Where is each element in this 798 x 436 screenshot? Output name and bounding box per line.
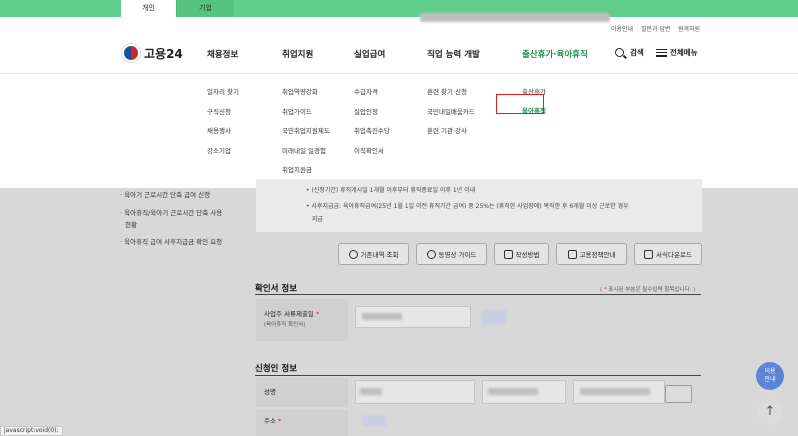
confirm-info-title: 확인서 정보 <box>255 284 298 294</box>
submenu-capability[interactable]: 취업역량강화 <box>282 86 318 96</box>
gnb-unemployment-benefit[interactable]: 실업급여 <box>354 48 385 60</box>
header-divider <box>0 73 798 74</box>
submenu-job-application[interactable]: 구직신청 <box>207 106 231 116</box>
all-menu-button[interactable]: 전체메뉴 <box>656 47 698 58</box>
required-star: * <box>603 287 607 293</box>
submenu-eligibility[interactable]: 수급자격 <box>354 86 378 96</box>
required-note-text: 표시된 부분은 필수입력 항목입니다. <box>608 287 692 293</box>
notice-line-3: 지급 <box>312 216 324 223</box>
confirm-section-rule <box>255 294 701 295</box>
browser-status-bar: javascript:void(0); <box>0 426 63 436</box>
submission-date-sublabel: (육아휴직 확인서) <box>264 322 306 328</box>
submenu-recruit-event[interactable]: 채용행사 <box>207 125 231 135</box>
search-button[interactable]: 검색 <box>615 47 644 58</box>
search-label: 검색 <box>630 48 644 57</box>
address-label-text: 주소 <box>264 417 276 425</box>
leftnav-leave-usage-status[interactable]: · 육아휴직/육아기 근로시간 단축 사용 <box>120 207 222 217</box>
document-icon <box>503 249 513 259</box>
history-icon <box>348 249 358 259</box>
submenu-separation-certificate[interactable]: 이직확인서 <box>354 145 384 155</box>
submenu-strong-small-company[interactable]: 강소기업 <box>207 145 231 155</box>
form-download-button[interactable]: 서식다운로드 <box>634 243 702 265</box>
applicant-section-rule <box>255 375 701 376</box>
tab-business[interactable]: 기업 <box>176 0 234 17</box>
submenu-job-search[interactable]: 일자리 찾기 <box>207 86 239 96</box>
search-icon <box>615 48 624 57</box>
highlight-annotation-box <box>496 94 544 114</box>
history-lookup-label: 기존내역 조회 <box>360 251 399 259</box>
usage-guide-float-button[interactable]: 이용 안내 <box>756 362 784 390</box>
top-tab-bar: 개인 기업 <box>0 0 798 17</box>
util-faq[interactable]: 질문과 답변 <box>641 24 671 33</box>
submenu-learning-card[interactable]: 국민내일배움카드 <box>427 106 475 116</box>
address-required-star-icon: * <box>278 417 282 425</box>
required-star-icon: * <box>315 310 320 318</box>
submenu-reemployment-allowance[interactable]: 취업촉진수당 <box>354 125 390 135</box>
leftnav-deferred-payment-request[interactable]: · 육아휴직 급여 사후지급금 확인 요청 <box>120 236 222 246</box>
name-label-text: 성명 <box>264 388 276 396</box>
taegeuk-logo-icon <box>122 44 140 62</box>
submission-date-label: 사업주 서류제출일 * (육아휴직 확인서) <box>256 299 348 341</box>
logo-text: 고용24 <box>144 46 183 61</box>
play-icon <box>426 249 436 259</box>
employment-policy-label: 고용정책안내 <box>579 251 616 259</box>
applicant-info-title: 신청인 정보 <box>255 364 298 374</box>
form-download-label: 서식다운로드 <box>656 251 692 259</box>
video-guide-label: 동영상 가이드 <box>438 251 477 259</box>
submenu-find-training[interactable]: 훈련 찾기·신청 <box>427 86 467 96</box>
blurred-name-1 <box>360 388 382 395</box>
util-use-guide[interactable]: 이용안내 <box>611 24 633 33</box>
blurred-date-value <box>362 313 402 320</box>
blurred-date-extra <box>482 310 506 324</box>
history-lookup-button[interactable]: 기존내역 조회 <box>338 243 409 265</box>
gnb-parental-leave[interactable]: 출산휴가·육아휴직 <box>522 48 588 60</box>
notice-line-2: • 사후지급금: 육아휴직급여(25년 1월 1일 이전 휴직기간 급여) 중 … <box>306 203 629 210</box>
blurred-phone <box>580 388 650 395</box>
submenu-national-employment-support[interactable]: 국민취업지원제도 <box>282 125 330 135</box>
video-guide-button[interactable]: 동영상 가이드 <box>416 243 487 265</box>
submenu-employment-subsidy[interactable]: 취업지원금 <box>282 164 312 174</box>
name-verify-button[interactable] <box>665 385 692 403</box>
submission-date-label-text: 사업주 서류제출일 <box>264 310 314 318</box>
submenu-training-institutions[interactable]: 훈련 기관·강사 <box>427 125 467 135</box>
scroll-top-button[interactable]: ↑ <box>757 399 783 425</box>
writing-method-label: 작성방법 <box>515 251 540 259</box>
required-note: ( * 표시된 부분은 필수입력 항목입니다. ) <box>600 287 696 293</box>
tab-personal[interactable]: 개인 <box>121 0 176 17</box>
leftnav-leave-usage-status-cont[interactable]: 현황 <box>125 219 137 229</box>
submenu-future-work-experience[interactable]: 미래내일 일경험 <box>282 145 326 155</box>
notice-line-1: • (신청기간) 휴직개시일 1개월 이후부터 휴직종료일 이후 1년 이내 <box>306 187 476 194</box>
leftnav-reduced-hours-benefit[interactable]: · 육아기 근로시간 단축 급여 신청 <box>120 189 210 199</box>
gnb-job-info[interactable]: 채용정보 <box>207 48 238 60</box>
usage-guide-line1: 이용 <box>764 368 776 375</box>
site-header: 이용안내 질문과 답변 원격지원 고용24 채용정보 취업지원 실업급여 직업 … <box>0 13 798 188</box>
hamburger-menu-icon <box>656 48 667 57</box>
blurred-address <box>362 416 386 426</box>
all-menu-label: 전체메뉴 <box>670 48 698 57</box>
blurred-resident-id <box>488 388 538 395</box>
submenu-employment-guide[interactable]: 취업가이드 <box>282 106 312 116</box>
writing-method-button[interactable]: 작성방법 <box>494 243 549 265</box>
employment-policy-button[interactable]: 고용정책안내 <box>556 243 627 265</box>
usage-guide-line2: 안내 <box>764 376 776 383</box>
gnb-vocational-training[interactable]: 직업 능력 개발 <box>427 48 480 60</box>
policy-icon <box>567 249 577 259</box>
site-logo[interactable]: 고용24 <box>122 44 183 62</box>
address-label: 주소 * <box>256 410 348 436</box>
name-label: 성명 <box>256 378 348 407</box>
blurred-user-info <box>420 13 610 22</box>
gnb-employment-support[interactable]: 취업지원 <box>282 48 313 60</box>
util-remote-support[interactable]: 원격지원 <box>678 24 700 33</box>
submenu-unemployment-recognition[interactable]: 실업인정 <box>354 106 378 116</box>
monitor-download-icon <box>644 249 654 259</box>
